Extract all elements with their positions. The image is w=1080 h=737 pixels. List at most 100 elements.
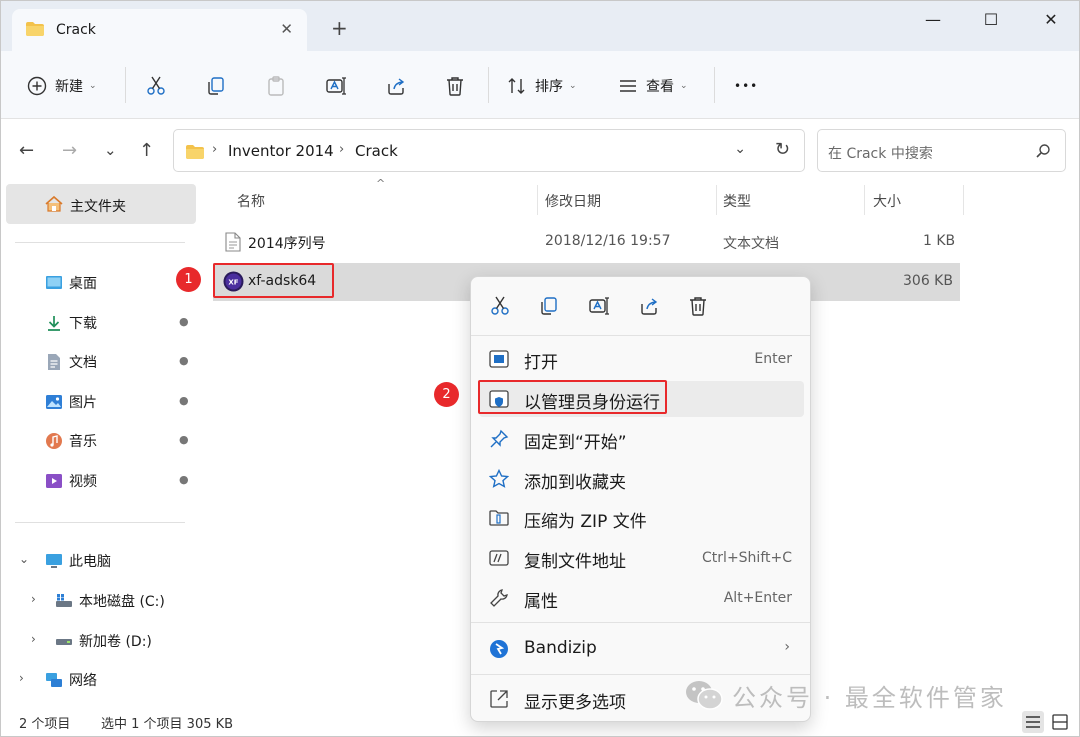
minimize-button[interactable]: — — [913, 10, 953, 30]
sidebar-item-label: 下载 — [69, 316, 97, 332]
address-bar[interactable]: › Inventor 2014 › Crack ⌄ ↻ — [173, 129, 805, 172]
column-header-size[interactable]: 大小 — [873, 191, 901, 211]
more-icon: ••• — [734, 79, 759, 93]
menu-item-bandizip[interactable]: Bandizip › — [479, 631, 804, 667]
paste-button[interactable] — [265, 73, 287, 99]
menu-item-copy-path[interactable]: 复制文件地址 Ctrl+Shift+C — [479, 540, 804, 576]
sort-button[interactable]: 排序 ⌄ — [507, 73, 577, 99]
sidebar-item-home[interactable]: 主文件夹 — [6, 184, 196, 224]
search-input[interactable]: 在 Crack 中搜索 — [817, 129, 1066, 172]
pin-icon: ● — [179, 315, 189, 328]
copy-button[interactable] — [205, 73, 227, 99]
divider — [488, 67, 489, 103]
sidebar-item-this-pc[interactable]: ⌄ 此电脑 — [1, 546, 201, 576]
show-more-icon — [490, 690, 508, 708]
watermark-text: 公众号 · 最全软件管家 — [732, 683, 1007, 712]
scissors-icon[interactable] — [489, 295, 511, 317]
column-divider[interactable] — [963, 185, 964, 215]
pin-icon — [490, 429, 509, 448]
expand-chevron-icon[interactable]: › — [31, 592, 36, 606]
document-icon — [48, 354, 60, 370]
tab-close-icon[interactable]: ✕ — [280, 20, 293, 38]
column-header-type[interactable]: 类型 — [723, 191, 751, 211]
sidebar-item-network[interactable]: › 网络 — [1, 665, 201, 695]
up-button[interactable]: ↑ — [139, 140, 154, 161]
sort-button-label: 排序 — [535, 79, 563, 95]
details-view-button[interactable] — [1022, 711, 1044, 733]
submenu-chevron-icon: › — [784, 639, 790, 655]
menu-item-label: 显示更多选项 — [524, 693, 626, 713]
view-button-label: 查看 — [646, 79, 674, 95]
file-modified: 2018/12/16 19:57 — [545, 233, 671, 249]
sidebar-item-drive-c[interactable]: › 本地磁盘 (C:) — [1, 586, 201, 616]
breadcrumb-crack[interactable]: Crack — [355, 142, 398, 160]
sidebar-item-music[interactable]: 音乐 ● — [1, 426, 201, 456]
new-button-label: 新建 — [55, 79, 83, 95]
rename-icon[interactable] — [588, 295, 610, 317]
share-icon[interactable] — [638, 295, 660, 317]
back-button[interactable]: ← — [19, 140, 34, 161]
expand-chevron-icon[interactable]: › — [19, 671, 24, 685]
rename-icon — [326, 77, 346, 95]
rename-button[interactable] — [325, 73, 347, 99]
divider — [15, 522, 185, 523]
chevron-down-icon: ⌄ — [680, 81, 688, 91]
watermark: 公众号 · 最全软件管家 — [684, 678, 1007, 712]
delete-button[interactable] — [444, 73, 466, 99]
text-file-icon — [225, 232, 241, 252]
drive-c-icon — [56, 594, 72, 607]
sidebar-item-pictures[interactable]: 图片 ● — [1, 387, 201, 417]
menu-item-add-to-favorites[interactable]: 添加到收藏夹 — [479, 461, 804, 497]
sidebar-item-documents[interactable]: 文档 ● — [1, 347, 201, 377]
sidebar-item-videos[interactable]: 视频 ● — [1, 466, 201, 496]
tab-crack[interactable]: Crack ✕ — [12, 9, 307, 51]
recent-locations-button[interactable]: ⌄ — [104, 141, 117, 159]
view-button[interactable]: 查看 ⌄ — [618, 73, 688, 99]
menu-item-label: Bandizip — [524, 638, 597, 658]
sidebar-item-downloads[interactable]: 下载 ● — [1, 308, 201, 338]
new-button[interactable]: 新建 ⌄ — [27, 73, 97, 99]
tiles-view-icon — [1052, 714, 1068, 730]
sidebar-item-label: 此电脑 — [69, 554, 111, 570]
sidebar-item-drive-d[interactable]: › 新加卷 (D:) — [1, 626, 201, 656]
cut-button[interactable] — [145, 73, 167, 99]
menu-item-pin-to-start[interactable]: 固定到“开始” — [479, 421, 804, 457]
table-row[interactable]: 2014序列号 2018/12/16 19:57 文本文档 1 KB — [213, 223, 960, 261]
divider — [714, 67, 715, 103]
trash-icon[interactable] — [687, 295, 709, 317]
more-options-button[interactable]: ••• — [734, 73, 758, 99]
menu-item-open[interactable]: 打开 Enter — [479, 341, 804, 377]
address-history-chevron-icon[interactable]: ⌄ — [734, 141, 746, 157]
menu-item-label: 固定到“开始” — [524, 433, 627, 453]
chevron-down-icon: ⌄ — [569, 81, 577, 91]
column-divider[interactable] — [537, 185, 538, 215]
menu-item-properties[interactable]: 属性 Alt+Enter — [479, 580, 804, 616]
breadcrumb-separator: › — [212, 142, 218, 157]
tiles-view-button[interactable] — [1049, 711, 1071, 733]
column-header-name[interactable]: 名称 — [237, 191, 265, 211]
menu-item-compress-zip[interactable]: 压缩为 ZIP 文件 — [479, 500, 804, 536]
close-window-button[interactable]: ✕ — [1031, 10, 1071, 30]
desktop-icon — [46, 276, 62, 289]
search-placeholder: 在 Crack 中搜索 — [828, 146, 933, 162]
column-divider[interactable] — [864, 185, 865, 215]
divider — [471, 622, 810, 623]
maximize-button[interactable]: ☐ — [971, 10, 1011, 30]
collapse-chevron-icon[interactable]: ⌄ — [19, 552, 29, 566]
sidebar-item-label: 新加卷 (D:) — [79, 634, 152, 650]
refresh-icon[interactable]: ↻ — [775, 139, 790, 160]
column-header-modified[interactable]: 修改日期 — [545, 191, 601, 211]
share-button[interactable] — [385, 73, 407, 99]
breadcrumb-inventor-2014[interactable]: Inventor 2014 — [228, 142, 334, 160]
download-icon — [48, 316, 60, 331]
forward-button[interactable]: → — [62, 140, 77, 161]
copy-icon[interactable] — [538, 295, 560, 317]
column-divider[interactable] — [716, 185, 717, 215]
expand-chevron-icon[interactable]: › — [31, 632, 36, 646]
sidebar-item-label: 主文件夹 — [70, 199, 126, 215]
music-icon — [46, 433, 62, 449]
sidebar-item-desktop[interactable]: 桌面 — [1, 268, 201, 298]
menu-item-label: 添加到收藏夹 — [524, 473, 626, 493]
file-type: 文本文档 — [723, 236, 779, 252]
new-tab-button[interactable]: + — [331, 18, 348, 38]
